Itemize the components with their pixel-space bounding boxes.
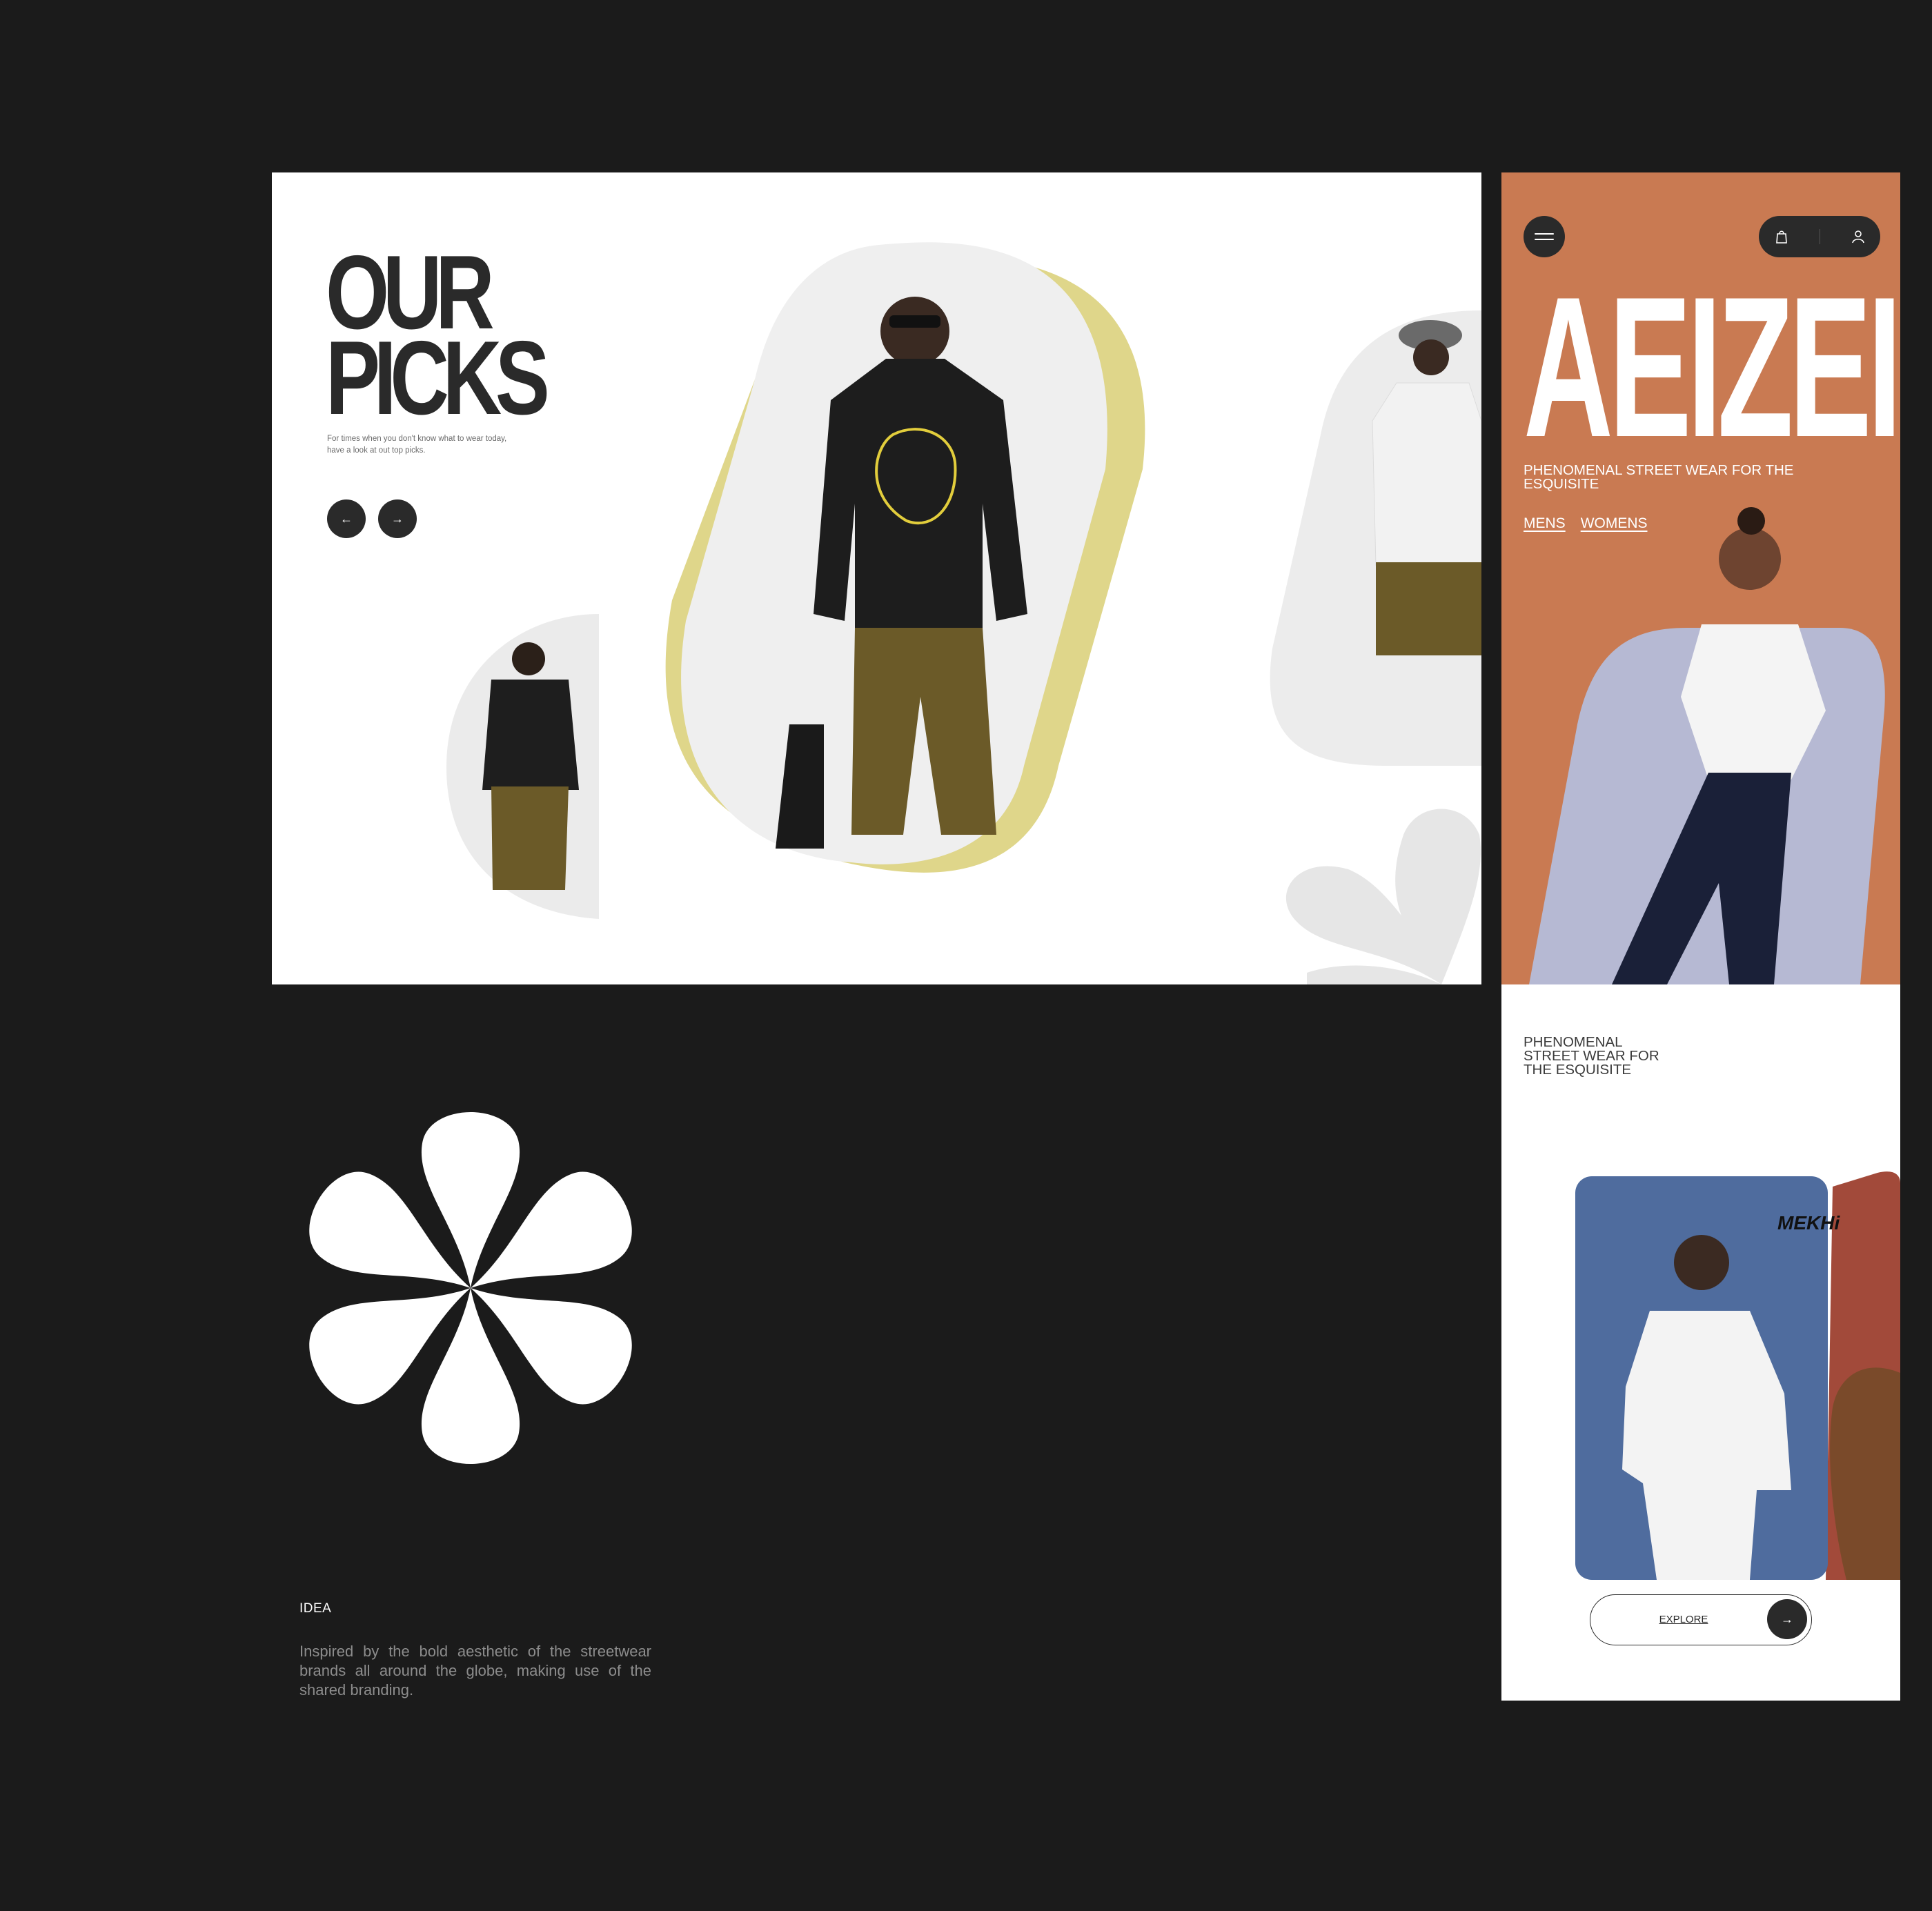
picks-subtitle: For times when you don't know what to we…	[327, 435, 507, 455]
arrow-left-icon: ←	[340, 511, 353, 526]
model-hoodie-image	[776, 297, 1027, 849]
yellow-accent-shape	[665, 255, 1145, 873]
mobile-hero: AEIZEI PHENOMENAL STREET WEAR FOR THE ES…	[1501, 172, 1900, 984]
header-actions	[1759, 216, 1880, 257]
hero-tagline: PHENOMENAL STREET WEAR FOR THE ESQUISITE	[1524, 462, 1794, 492]
explore-button[interactable]: EXPLORE →	[1590, 1594, 1812, 1645]
main-product-card[interactable]	[681, 242, 1107, 864]
featured-cards: MEKHi	[1575, 1171, 1900, 1580]
arrow-right-icon: →	[391, 511, 404, 526]
hamburger-icon	[1535, 233, 1554, 235]
idea-description: Inspired by the bold aesthetic of the st…	[299, 1643, 651, 1699]
mens-link[interactable]: MENS	[1524, 515, 1566, 532]
brand-logo: AEIZEI	[1524, 255, 1900, 479]
tshirt-product-card[interactable]	[1270, 310, 1481, 766]
arrow-right-icon: →	[1767, 1599, 1807, 1639]
card-signature: MEKHi	[1777, 1212, 1840, 1234]
menu-button[interactable]	[1524, 216, 1565, 257]
section-tagline: PHENOMENAL STREET WEAR FOR THE ESQUISITE	[1524, 1034, 1659, 1078]
flower-watermark	[1285, 809, 1481, 984]
explore-label: EXPLORE	[1659, 1614, 1708, 1625]
hamburger-icon-line	[1535, 239, 1554, 240]
our-picks-panel: OUR PICKS For times when you don't know …	[272, 172, 1481, 984]
featured-product-card[interactable]: MEKHi	[1575, 1176, 1840, 1580]
user-icon[interactable]	[1851, 229, 1865, 244]
mobile-mockup: AEIZEI PHENOMENAL STREET WEAR FOR THE ES…	[1501, 172, 1900, 1701]
next-button[interactable]: →	[378, 499, 417, 538]
womens-link[interactable]: WOMENS	[1581, 515, 1648, 532]
idea-heading: IDEA	[299, 1601, 332, 1616]
back-view-card[interactable]	[446, 614, 599, 919]
shopping-bag-icon[interactable]	[1775, 229, 1788, 244]
page-title: OUR PICKS	[326, 234, 550, 437]
category-links: MENS WOMENS	[1524, 515, 1648, 532]
prev-button[interactable]: ←	[327, 499, 366, 538]
flower-logo-icon	[309, 1112, 632, 1464]
